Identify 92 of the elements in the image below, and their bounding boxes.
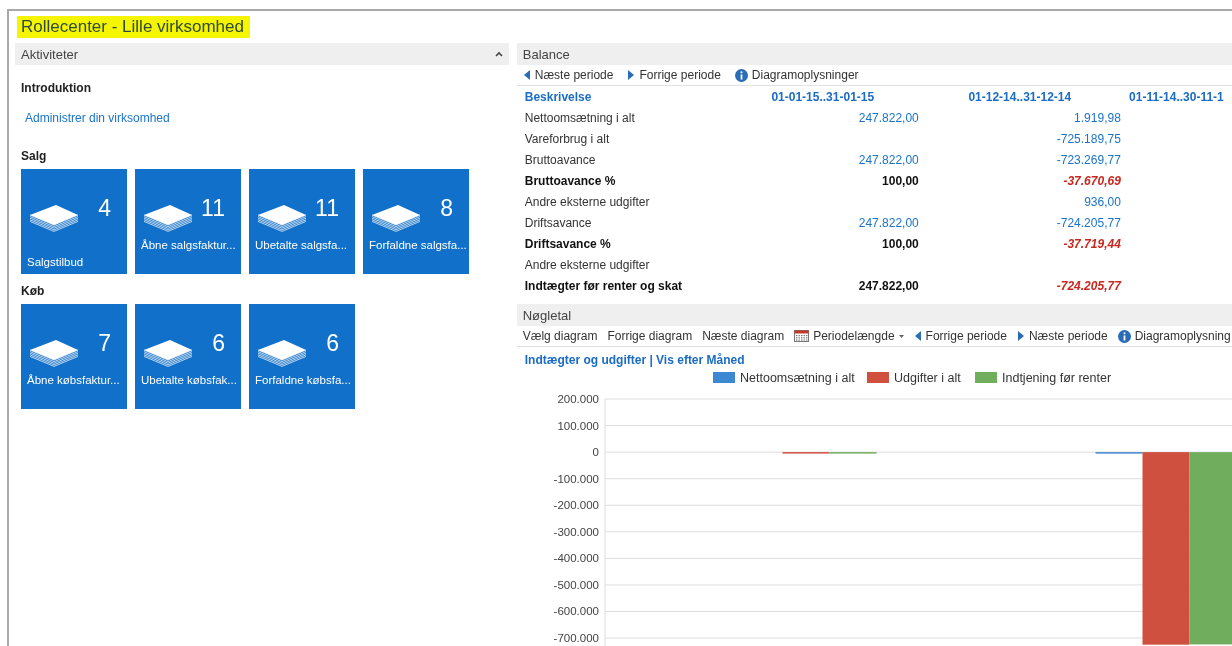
page-title: Rollecenter - Lille virksomhed — [17, 16, 250, 39]
toolbar-button[interactable]: Forrige periode — [627, 66, 721, 85]
toolbar-button[interactable]: Næste periode — [1016, 327, 1108, 346]
left-triangle-icon — [522, 69, 531, 82]
right-triangle-icon — [627, 69, 636, 82]
tile-label: Forfaldne købsfa... — [255, 373, 351, 389]
table-cell: -723.269,77 — [1056, 152, 1121, 167]
row-label: Andre eksterne udgifter — [524, 256, 651, 274]
tile-label: Ubetalte købsfak... — [141, 373, 237, 389]
table-cell: -725.189,75 — [1056, 131, 1121, 146]
toolbar-button[interactable]: Diagramoplysninger — [734, 66, 859, 85]
column-header: 01-01-15..31-01-15 — [770, 88, 876, 106]
table-cell: -724.205,77 — [1056, 278, 1121, 293]
tile[interactable]: 7 Åbne købsfaktur... — [21, 304, 127, 410]
panel-title: Balance — [522, 45, 570, 64]
tile-label: Forfaldne salgsfa... — [369, 238, 467, 254]
tile-count: 11 — [201, 197, 225, 221]
toolbar-button[interactable]: Periodelængde — [794, 327, 904, 346]
row-label: Bruttoavance % — [524, 172, 617, 190]
table-cell: 1.919,98 — [1074, 110, 1121, 125]
tile-count: 7 — [98, 332, 111, 356]
tile[interactable]: 11 Åbne salgsfaktur... — [135, 169, 241, 275]
legend-label: Indtjening før renter — [1001, 372, 1111, 386]
tile-label: Åbne salgsfaktur... — [141, 238, 236, 254]
panel-title: Aktiviteter — [21, 45, 79, 64]
tile[interactable]: 6 Forfaldne købsfa... — [249, 304, 355, 410]
section-heading: Køb — [21, 283, 46, 301]
legend-swatch — [866, 372, 889, 384]
toolbar-button[interactable]: Næste periode — [522, 66, 614, 85]
axis-tick-label: 200.000 — [557, 393, 599, 406]
axis-tick-label: -500.000 — [553, 579, 599, 592]
axis-tick-label: -600.000 — [553, 605, 599, 618]
table-cell: -37.719,44 — [1063, 236, 1121, 251]
column-header: 01-12-14..31-12-14 — [967, 88, 1073, 106]
tile-count: 11 — [315, 197, 339, 221]
axis-tick-label: -200.000 — [553, 499, 599, 512]
table-cell: 936,00 — [1084, 194, 1121, 209]
section-heading: Salg — [21, 148, 48, 166]
section-heading: Introduktion — [21, 80, 92, 98]
tile[interactable]: 11 Ubetalte salgsfa... — [249, 169, 355, 275]
table-cell: 100,00 — [882, 236, 919, 251]
row-label: Driftsavance — [524, 214, 593, 232]
tile-label: Åbne købsfaktur... — [27, 373, 120, 389]
panel-title: Nøgletal — [522, 306, 572, 325]
legend-swatch — [974, 372, 997, 384]
axis-tick-label: 0 — [592, 446, 599, 459]
toolbar-button[interactable]: Forrige diagram — [607, 327, 693, 346]
table-cell: 247.822,00 — [858, 152, 919, 167]
row-label: Driftsavance % — [524, 235, 612, 253]
info-icon — [734, 68, 748, 82]
axis-tick-label: 100.000 — [557, 419, 599, 432]
tile[interactable]: 6 Ubetalte købsfak... — [135, 304, 241, 410]
row-label: Vareforbrug i alt — [524, 130, 611, 148]
table-cell: -724.205,77 — [1056, 215, 1121, 230]
table-cell: 247.822,00 — [858, 278, 919, 293]
toolbar-button[interactable]: Forrige periode — [913, 327, 1007, 346]
axis-tick-label: -100.000 — [553, 473, 599, 486]
tile[interactable]: 8 Forfaldne salgsfa... — [363, 169, 469, 275]
table-cell: 247.822,00 — [858, 215, 919, 230]
axis-tick-label: -300.000 — [553, 526, 599, 539]
link[interactable]: Administrer din virksomhed — [25, 111, 170, 126]
tile-count: 6 — [212, 332, 225, 356]
row-label: Indtægter før renter og skat — [524, 277, 684, 295]
tile-count: 4 — [98, 197, 111, 221]
toolbar-button[interactable]: Næste diagram — [702, 327, 785, 346]
legend-label: Nettoomsætning i alt — [739, 372, 855, 386]
row-label: Bruttoavance — [524, 151, 597, 169]
table-cell: -37.670,69 — [1063, 173, 1121, 188]
row-label: Nettoomsætning i alt — [524, 109, 636, 127]
legend-label: Udgifter i alt — [893, 372, 961, 386]
calendar-icon — [794, 330, 810, 343]
tile-label: Ubetalte salgsfa... — [255, 238, 348, 254]
left-triangle-icon — [913, 330, 922, 343]
chart-title: Indtægter og udgifter | Vis efter Måned — [524, 352, 746, 370]
info-icon — [1117, 329, 1131, 343]
tile[interactable]: 4 Salgstilbud — [21, 169, 127, 275]
tile-count: 8 — [440, 197, 453, 221]
tile-label: Salgstilbud — [27, 255, 84, 271]
column-header: Beskrivelse — [524, 88, 593, 106]
axis-tick-label: -400.000 — [553, 552, 599, 565]
toolbar-button[interactable]: Vælg diagram — [522, 327, 598, 346]
row-label: Andre eksterne udgifter — [524, 193, 651, 211]
table-cell: 100,00 — [882, 173, 919, 188]
right-triangle-icon — [1016, 330, 1025, 343]
toolbar-button[interactable]: Diagramoplysning — [1117, 327, 1231, 346]
tile-count: 6 — [326, 332, 339, 356]
table-cell: 247.822,00 — [858, 110, 919, 125]
column-header: 01-11-14..30-11-1 — [1128, 88, 1225, 106]
legend-swatch — [712, 372, 735, 384]
axis-tick-label: -700.000 — [553, 632, 599, 645]
dropdown-caret-icon — [898, 334, 904, 338]
collapse-icon[interactable] — [494, 50, 503, 58]
